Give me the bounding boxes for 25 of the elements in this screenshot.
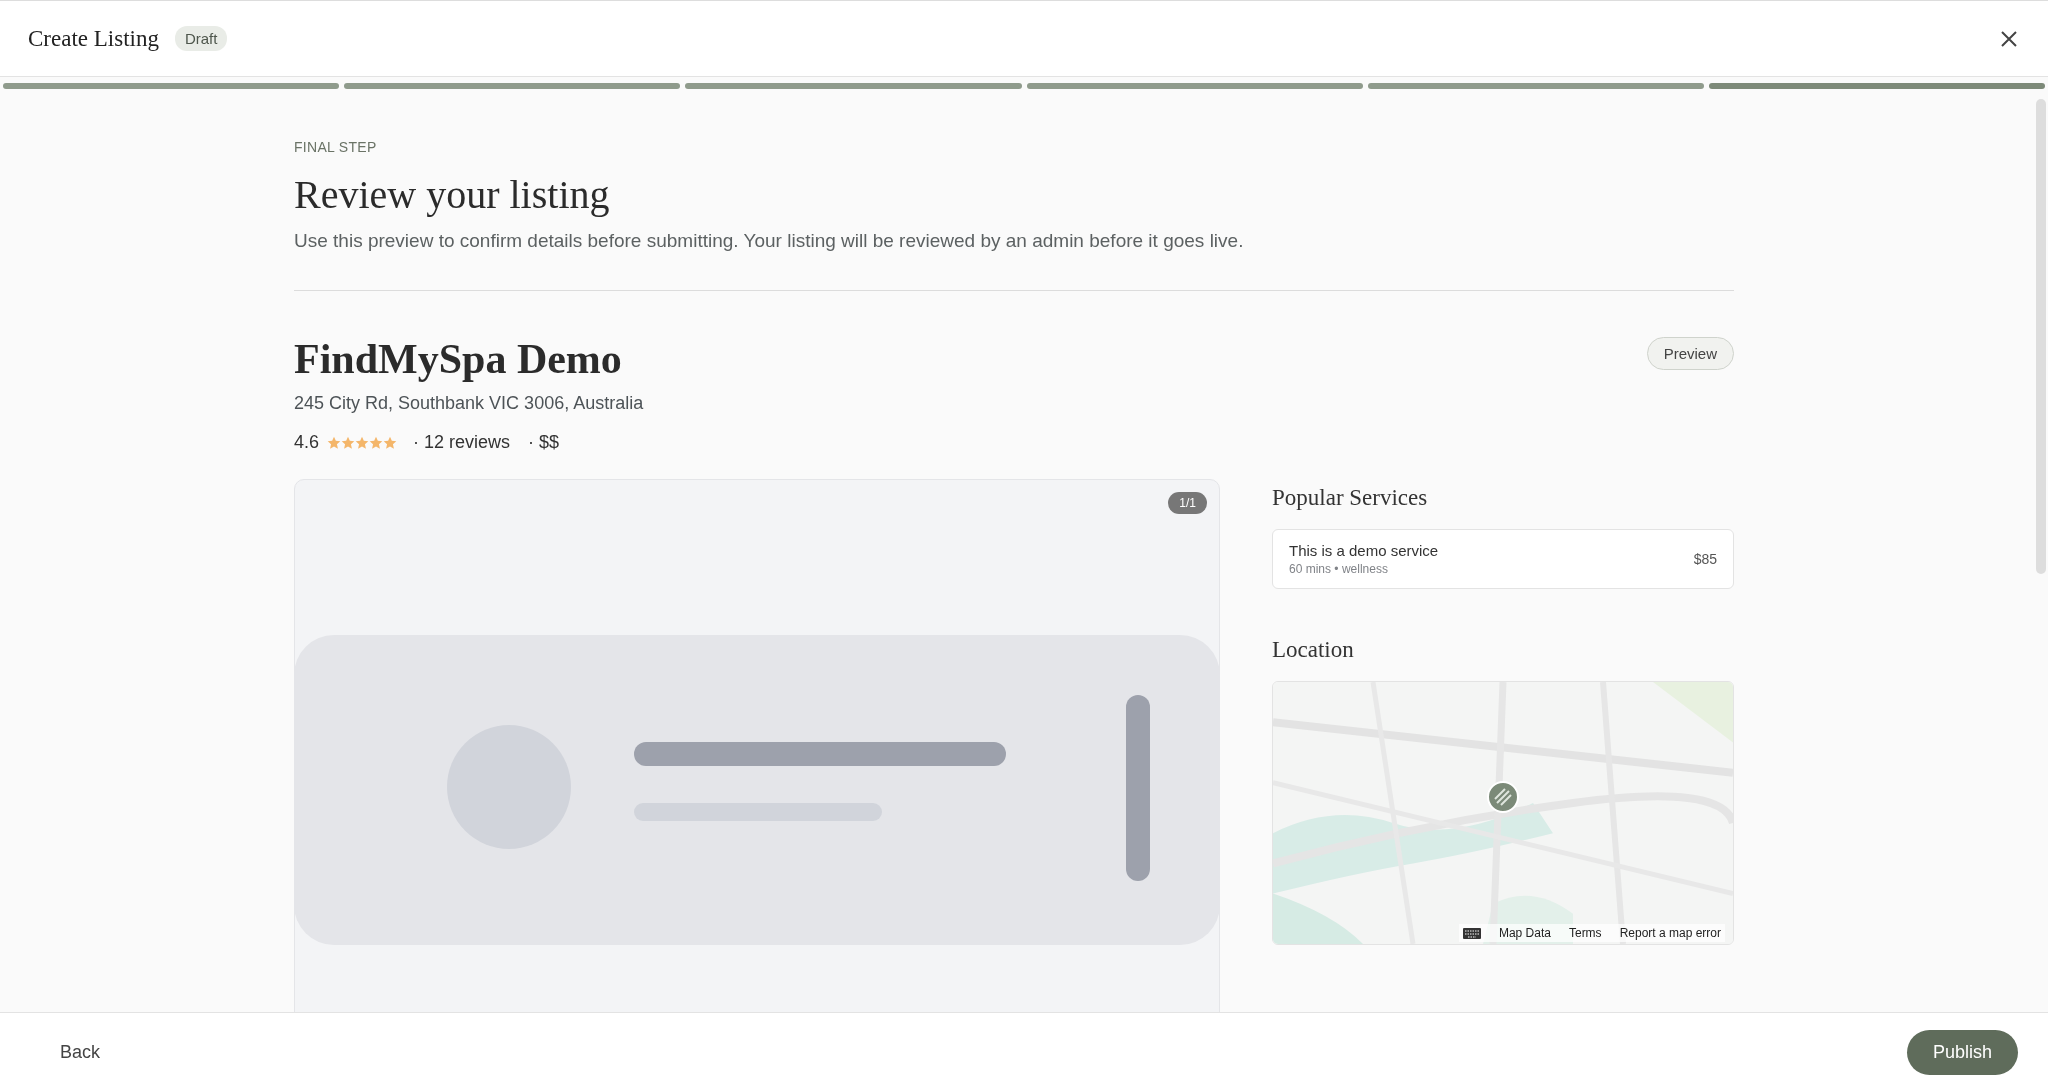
service-details: 60 mins • wellness <box>1289 562 1389 576</box>
preview-button[interactable]: Preview <box>1646 337 1734 370</box>
image-counter: 1/1 <box>1168 492 1207 514</box>
section-title: Location <box>1272 637 1355 663</box>
page-heading: Review your listing <box>294 171 611 218</box>
map-link[interactable]: Map Data <box>1498 926 1551 940</box>
status-badge: Draft <box>174 26 228 51</box>
page-title: Create Listing <box>28 25 159 52</box>
back-button[interactable]: Back <box>44 1033 117 1071</box>
price-level: · $$ <box>528 432 560 453</box>
map-link[interactable]: Report a map error <box>1619 926 1721 940</box>
location-pin-icon <box>1486 780 1520 814</box>
rating-value: 4.6 <box>294 432 320 453</box>
publish-button[interactable]: Publish <box>1906 1029 2018 1075</box>
map-link[interactable]: Terms <box>1568 926 1602 940</box>
scrollbar[interactable] <box>2036 99 2046 574</box>
section-title: Popular Services <box>1272 485 1429 511</box>
description-text: Use this preview to confirm details before submitting. Your listing will be reviewed by an admin before it goes live. <box>294 230 1245 252</box>
listing-name: FindMySpa Demo <box>294 335 623 383</box>
review-count: · 12 reviews <box>413 432 511 453</box>
step-label: FINAL STEP <box>294 139 378 155</box>
service-name: This is a demo service <box>1289 542 1439 559</box>
listing-address: 245 City Rd, Southbank VIC 3006, Australia <box>294 393 644 414</box>
service-price: $85 <box>1693 551 1717 567</box>
keyboard-icon[interactable] <box>1462 927 1481 939</box>
